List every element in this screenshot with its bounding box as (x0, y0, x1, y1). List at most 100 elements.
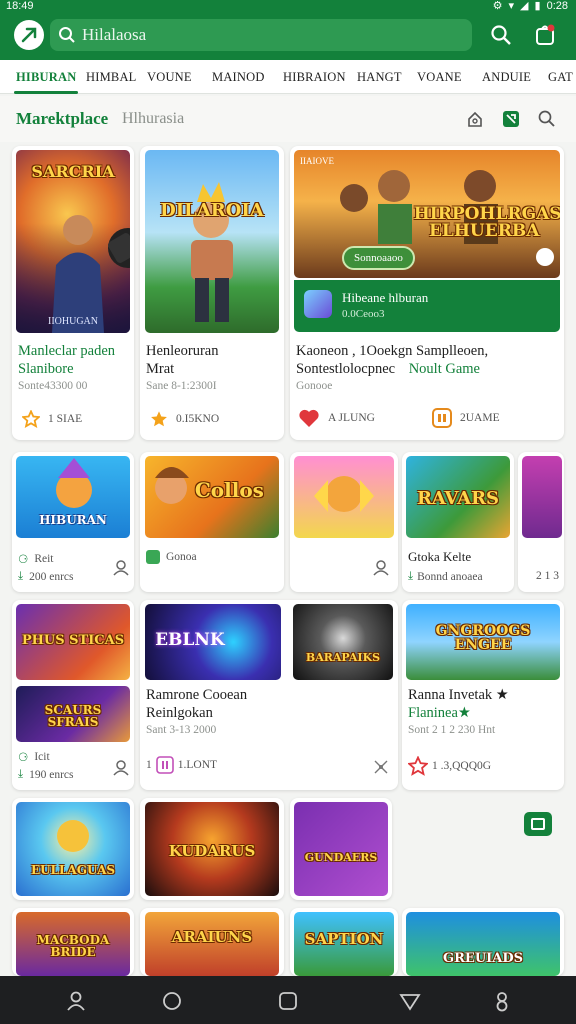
game-thumbnail: EULLAGUAS (16, 802, 130, 896)
game-title: Manleclar paden Slanibore (18, 343, 116, 377)
game-rating-secondary: 2UAME (432, 408, 500, 428)
game-rating: A JLUNG (298, 408, 375, 428)
search-input[interactable]: Hilalaosa (50, 19, 472, 51)
game-card[interactable]: SARCRIA IIOHUGAN Manleclar paden Slanibor… (12, 146, 134, 440)
status-right-time: 0:28 (546, 0, 568, 12)
tab-hiburan[interactable]: HIBURAN (13, 60, 79, 94)
lock-icon[interactable] (464, 108, 486, 130)
status-time: 18:49 (6, 0, 34, 12)
triangle-icon[interactable] (398, 989, 422, 1013)
game-card[interactable]: MACBODA BRIDE (12, 908, 134, 976)
star-icon (22, 410, 40, 428)
game-pill[interactable]: Sonnoaaoo (342, 246, 415, 270)
heart-icon (299, 409, 319, 427)
tab-voane[interactable]: VOANE (417, 60, 462, 94)
game-card[interactable]: SAPTION (290, 908, 398, 976)
game-card[interactable]: Collos Gonoa (140, 452, 284, 592)
game-thumbnail: RAVARS (406, 456, 510, 538)
game-meta: Gonooe (296, 380, 333, 392)
game-card[interactable]: ARAIUNS (140, 908, 284, 976)
game-title: Henleoruran Mrat (146, 343, 219, 377)
game-thumbnail: SCAURS SFRAIS (16, 686, 130, 742)
profile-icon[interactable] (372, 558, 390, 581)
profile-icon[interactable] (112, 758, 130, 781)
game-thumbnail (294, 456, 394, 538)
play-icon[interactable] (536, 248, 554, 266)
share-icon[interactable] (372, 758, 390, 781)
app-bar: Hilalaosa (0, 12, 576, 60)
featured-strip: Hibeane hlburan 0.0Ceoo3 (294, 280, 560, 332)
home-circle-icon[interactable] (160, 989, 184, 1013)
search-icon (491, 25, 511, 45)
game-rating: 0.I5KNO (150, 410, 219, 428)
game-card[interactable]: RAVARS Gtoka Kelte ⤓ Bonnd anoaea (402, 452, 514, 592)
game-logo: KUDARUS (168, 842, 256, 860)
game-thumbnail: GNGROOGS ENGEE (406, 604, 560, 680)
game-stat: ⚆ Reit (18, 553, 54, 566)
game-card[interactable]: GNGROOGS ENGEE Ranna Invetak ★ Flaninea★ … (402, 600, 564, 790)
game-rating: 1 SIAE (22, 410, 82, 428)
tab-anduie[interactable]: ANDUIE (482, 60, 531, 94)
game-logo: GUNDAERS (304, 851, 378, 864)
game-thumbnail: Collos (145, 456, 279, 538)
tab-voune[interactable]: VOUNE (147, 60, 192, 94)
game-card-wide[interactable]: EBLNK BARAPAIKS Ramrone Cooean Reinlgokan… (140, 600, 398, 790)
game-logo: ARAIUNS (171, 928, 253, 946)
game-card[interactable]: 2 1 3 (518, 452, 564, 592)
cart-button[interactable] (532, 22, 558, 48)
download-icon: ⤓ (408, 570, 414, 582)
game-card[interactable]: GREUIADS (402, 908, 564, 976)
profile-icon[interactable] (112, 558, 130, 581)
game-logo: GREUIADS (443, 951, 523, 966)
game-title: Ranna Invetak ★ Flaninea★ (408, 687, 509, 721)
game-card[interactable]: KUDARUS (140, 798, 284, 900)
grid-icon (146, 550, 160, 564)
tab-gat[interactable]: GAT (548, 60, 573, 94)
download-icon: ⤓ (18, 768, 24, 780)
game-logo: RAVARS (416, 488, 500, 509)
download-icon: ⤓ (18, 570, 24, 582)
game-thumbnail: DILAROIA (145, 150, 279, 333)
featured-game-card[interactable]: IIAIOVE HIRPOHLRGAS ELHUERBA Sonnoaaoo H… (290, 146, 564, 440)
game-card[interactable]: HIBURAN ⚆ Reit ⤓ 200 enrcs (12, 452, 134, 592)
game-caption: IIOHUGAN (48, 316, 98, 327)
chart-icon: ⚆ (18, 554, 29, 566)
game-thumbnail: MACBODA BRIDE (16, 912, 130, 976)
section-header: Marektplace Hlhurasia (0, 96, 576, 142)
game-rating: 1 .3,QQQ0G (408, 756, 491, 776)
profile-icon[interactable] (490, 989, 514, 1013)
filter-icon[interactable] (500, 108, 522, 130)
settings-icon: ⚙ (492, 0, 503, 12)
search-icon (59, 27, 75, 43)
category-tabs: HIBURAN HIMBAL VOUNE MAINOD HIBRAION HAN… (0, 60, 576, 94)
game-card[interactable]: DILAROIA Henleoruran Mrat Sane 8-1:2300I … (140, 146, 284, 440)
system-nav-bar (0, 976, 576, 1024)
leaf-logo-icon[interactable] (14, 20, 44, 50)
game-logo: BARAPAIKS (305, 651, 381, 664)
tab-hangt[interactable]: HANGT (357, 60, 402, 94)
game-logo: HIBURAN (39, 513, 107, 527)
search-icon[interactable] (536, 108, 558, 130)
person-icon[interactable] (64, 989, 88, 1013)
game-card[interactable]: EULLAGUAS (12, 798, 134, 900)
tab-himbal[interactable]: HIMBAL (86, 60, 137, 94)
game-logo: SARCRIA (31, 162, 115, 181)
tab-hibraion[interactable]: HIBRAION (283, 60, 346, 94)
section-subtitle: Hlhurasia (122, 110, 185, 127)
game-thumbnail: GUNDAERS (294, 802, 388, 896)
game-logo: EULLAGUAS (30, 863, 116, 877)
expand-icon[interactable] (524, 812, 552, 836)
game-meta: Sont 2 1 2 230 Hnt (408, 724, 496, 736)
square-icon[interactable] (276, 989, 300, 1013)
game-title: Gtoka Kelte (408, 549, 472, 564)
game-thumbnail: SARCRIA IIOHUGAN (16, 150, 130, 333)
tab-mainod[interactable]: MAINOD (212, 60, 265, 94)
game-meta: 2 1 3 (536, 570, 559, 582)
game-card[interactable]: GUNDAERS (290, 798, 392, 900)
game-card[interactable]: PHUS STICAS SCAURS SFRAIS ⚆ Icit ⤓ 190 enr… (12, 600, 134, 790)
search-button[interactable] (488, 22, 514, 48)
game-card[interactable] (290, 452, 398, 592)
game-thumbnail: GREUIADS (406, 912, 560, 976)
signal-icon: ◢ (520, 0, 529, 12)
app-icon (304, 290, 332, 318)
